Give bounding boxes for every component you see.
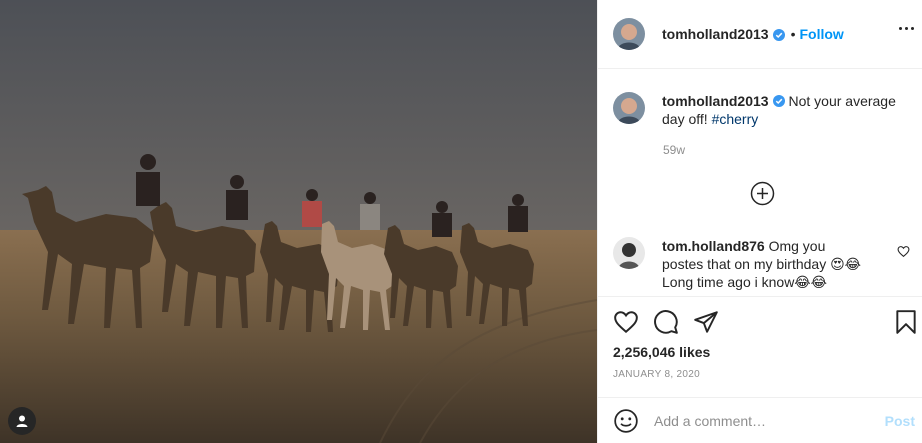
caption-timestamp[interactable]: 59w <box>663 143 685 157</box>
avatar[interactable] <box>613 92 645 124</box>
more-options-icon[interactable] <box>899 27 914 30</box>
separator-dot: • <box>790 26 796 42</box>
post-sidebar: tomholland2013 • Follow tomholland2013 N… <box>597 0 922 443</box>
heart-outline-icon[interactable] <box>613 309 639 335</box>
post-header: tomholland2013 • Follow <box>598 0 922 69</box>
camel-desert-photo <box>0 0 597 443</box>
verified-badge-icon <box>772 93 785 107</box>
heart-outline-icon[interactable] <box>897 245 910 258</box>
avatar[interactable] <box>613 18 645 50</box>
post-button[interactable]: Post <box>885 413 915 429</box>
user-tag-icon[interactable] <box>8 407 36 435</box>
plus-circle-icon[interactable] <box>750 181 775 206</box>
comment-bubble-icon[interactable] <box>653 309 679 335</box>
avatar[interactable] <box>613 237 645 269</box>
comment-item: tom.holland876 Omg you postes that on my… <box>613 237 913 291</box>
post-date[interactable]: JANUARY 8, 2020 <box>613 369 700 380</box>
comment-input[interactable] <box>654 412 864 429</box>
post-image[interactable] <box>0 0 597 443</box>
caption-username[interactable]: tomholland2013 <box>662 93 769 109</box>
post-caption: tomholland2013 Not your average day off!… <box>613 92 913 128</box>
verified-badge-icon <box>772 28 785 41</box>
smiley-icon[interactable] <box>613 408 639 434</box>
like-count[interactable]: 2,256,046 likes <box>613 344 710 360</box>
divider <box>598 296 922 297</box>
bookmark-icon[interactable] <box>893 309 919 335</box>
post-author-username[interactable]: tomholland2013 <box>662 26 769 42</box>
add-comment-row: Post <box>598 397 922 443</box>
hashtag-link[interactable]: #cherry <box>712 111 759 127</box>
paper-plane-icon[interactable] <box>693 309 719 335</box>
follow-button[interactable]: Follow <box>800 26 844 42</box>
comment-username[interactable]: tom.holland876 <box>662 238 765 254</box>
